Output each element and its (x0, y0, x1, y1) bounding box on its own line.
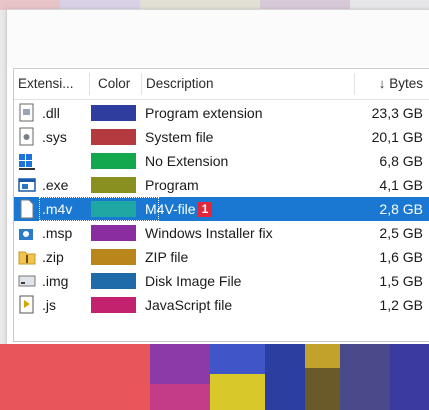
treemap-view[interactable] (0, 344, 429, 410)
extension-label: .js (42, 297, 56, 313)
color-swatch (91, 249, 136, 265)
color-swatch (91, 153, 136, 169)
color-swatch (91, 105, 136, 121)
extension-label: .sys (42, 129, 67, 145)
installer-icon (18, 223, 36, 243)
column-header-bytes[interactable]: ↓ Bytes (363, 69, 423, 99)
list-item[interactable]: .img Disk Image File 1,5 GB (14, 269, 429, 293)
sys-file-icon (18, 127, 36, 147)
description-text: ZIP file (145, 249, 189, 265)
column-header-extension[interactable]: Extensi... (18, 69, 88, 99)
description-text: Windows Installer fix (145, 225, 273, 241)
extension-label: .dll (42, 105, 60, 121)
color-swatch (91, 225, 136, 241)
color-swatch (91, 201, 136, 217)
list-item[interactable]: .zip ZIP file 1,6 GB (14, 245, 429, 269)
list-item[interactable]: No Extension 6,8 GB (14, 149, 429, 173)
extension-label: .m4v (42, 201, 73, 217)
column-header-color[interactable]: Color (98, 69, 143, 99)
bytes-value: 1,2 GB (379, 297, 423, 313)
exe-window-icon (18, 175, 36, 195)
bytes-value: 4,1 GB (379, 177, 423, 193)
description-text: JavaScript file (145, 297, 233, 313)
column-header-description[interactable]: Description (146, 69, 296, 99)
extension-label: .zip (42, 249, 64, 265)
javascript-file-icon (18, 295, 36, 315)
bytes-value: 2,8 GB (379, 201, 423, 217)
extension-label: .exe (42, 177, 69, 193)
bytes-value: 20,1 GB (371, 129, 423, 145)
description-label: ZIP file (145, 245, 188, 269)
bytes-value: 23,3 GB (371, 105, 423, 121)
extension-label: .img (42, 273, 69, 289)
directory-statistics-window: Extensi... Color Description ↓ Bytes .dl… (6, 9, 429, 400)
description-label: Program extension (145, 101, 263, 125)
extension-label: .msp (42, 225, 73, 241)
description-label: M4V-file 1 (145, 197, 213, 221)
list-header: Extensi... Color Description ↓ Bytes (14, 69, 429, 100)
description-label: Program (145, 173, 199, 197)
description-text: Program (145, 177, 199, 193)
bytes-value: 1,6 GB (379, 249, 423, 265)
header-separator[interactable] (141, 73, 142, 95)
color-swatch (91, 177, 136, 193)
folder-zip-icon (18, 247, 36, 267)
color-swatch (91, 129, 136, 145)
description-label: Disk Image File (145, 269, 241, 293)
description-label: System file (145, 125, 213, 149)
disk-image-icon (18, 271, 36, 291)
toolbar-area (7, 10, 429, 67)
header-separator[interactable] (354, 73, 355, 95)
color-swatch (91, 273, 136, 289)
extension-list[interactable]: Extensi... Color Description ↓ Bytes .dl… (13, 68, 429, 400)
description-text: Program extension (145, 105, 263, 121)
list-item[interactable]: .js JavaScript file 1,2 GB (14, 293, 429, 317)
bytes-value: 6,8 GB (379, 153, 423, 169)
blank-file-icon (18, 199, 36, 219)
annotation-badge: 1 (197, 202, 213, 217)
bytes-value: 1,5 GB (379, 273, 423, 289)
dll-file-icon (18, 103, 36, 123)
list-item[interactable]: .sys System file 20,1 GB (14, 125, 429, 149)
windows-logo-icon (18, 151, 36, 171)
bytes-value: 2,5 GB (379, 225, 423, 241)
list-item[interactable]: .msp Windows Installer fix 2,5 GB (14, 221, 429, 245)
description-text: Disk Image File (145, 273, 242, 289)
description-text: System file (145, 129, 214, 145)
color-swatch (91, 297, 136, 313)
description-text: M4V-file (145, 201, 196, 217)
description-text: No Extension (145, 153, 229, 169)
list-item[interactable]: .m4v M4V-file 1 2,8 GB (14, 197, 429, 221)
description-label: JavaScript file (145, 293, 232, 317)
description-label: No Extension (145, 149, 228, 173)
list-item[interactable]: .exe Program 4,1 GB (14, 173, 429, 197)
header-separator[interactable] (89, 73, 90, 95)
list-item[interactable]: .dll Program extension 23,3 GB (14, 101, 429, 125)
description-label: Windows Installer fix (145, 221, 273, 245)
